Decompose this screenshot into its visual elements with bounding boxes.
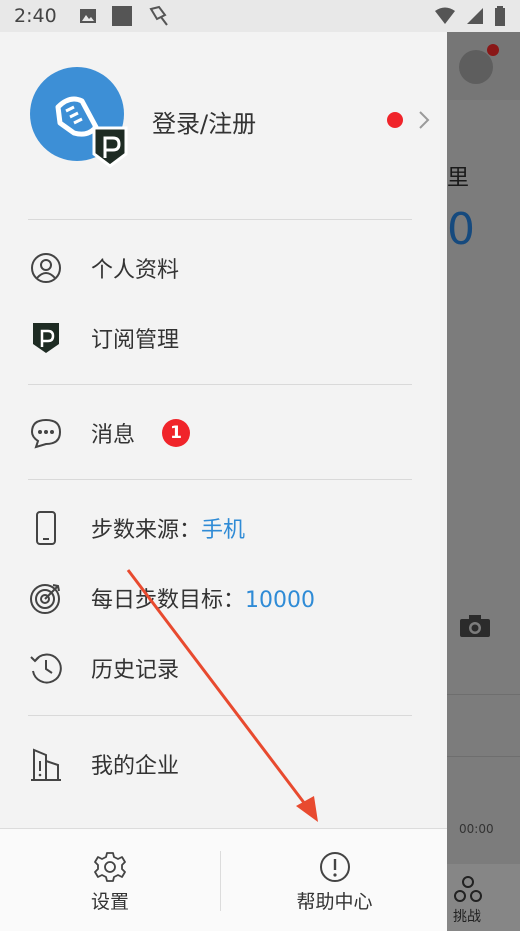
exclamation-circle-icon [319,852,350,882]
gear-icon [94,852,126,882]
menu-label-messages: 消息 [91,423,136,448]
help-center-label: 帮助中心 [296,891,373,913]
wifi-icon [435,7,455,24]
settings-button[interactable]: 设置 [0,829,220,931]
menu-item-personal-info[interactable]: 个人资料 [0,234,447,302]
phone-icon [28,510,64,546]
divider [28,219,412,220]
menu-item-enterprise[interactable]: 我的企业 [0,730,447,798]
notification-dot [387,112,403,128]
drawer-bottom-bar: 设置 帮助中心 [0,828,447,931]
p-badge-icon [28,320,64,356]
menu-label-step-source: 步数来源：手机 [91,512,245,544]
menu-label-personal-info: 个人资料 [91,258,180,283]
background-divider [447,756,520,757]
step-source-label: 步数来源： [91,518,202,543]
login-register-link[interactable]: 登录/注册 [152,104,256,139]
profile-header[interactable]: 登录/注册 [0,32,447,220]
menu-item-subscription[interactable]: 订阅管理 [0,304,447,372]
square-notification-icon [111,5,133,27]
chat-bubble-icon [28,415,64,451]
background-tabbar: 挑战 [447,864,520,931]
menu-label-history: 历史记录 [91,658,180,683]
challenge-tab-label: 挑战 [453,909,481,925]
menu-item-daily-goal[interactable]: 每日步数目标：10000 [0,564,447,632]
menu-item-messages[interactable]: 消息 1 [0,399,447,467]
daily-goal-label: 每日步数目标： [91,588,246,613]
menu-label-enterprise: 我的企业 [91,754,180,779]
settings-label: 设置 [90,891,129,913]
status-time: 2:40 [14,5,57,27]
building-icon [28,746,64,782]
user-icon [28,250,64,286]
p-badge-icon [92,126,128,168]
background-divider [447,694,520,695]
bottom-bar-separator [220,851,221,911]
menu-item-step-source[interactable]: 步数来源：手机 [0,494,447,562]
divider [28,715,412,716]
status-right-icons [434,6,506,26]
plug-notification-icon [147,5,171,27]
signal-icon [467,8,483,24]
image-notification-icon [79,7,97,25]
background-partial-text: 里 [447,166,470,191]
background-app[interactable]: 里 0 00:00 挑战 [447,32,520,931]
chevron-right-icon[interactable] [417,110,431,130]
daily-goal-value: 10000 [245,588,316,613]
history-icon [28,650,64,686]
menu-label-subscription: 订阅管理 [91,328,180,353]
menu-item-history[interactable]: 历史记录 [0,634,447,702]
messages-count-badge: 1 [162,419,190,447]
step-source-value: 手机 [201,518,246,543]
background-time-label: 00:00 [459,822,494,836]
camera-icon [460,615,490,637]
battery-icon [495,6,505,26]
status-bar: 2:40 [0,0,520,32]
menu-label-daily-goal: 每日步数目标：10000 [91,582,315,614]
divider [28,479,412,480]
flame-notification-dot [487,44,499,56]
challenge-icon [454,876,482,902]
background-partial-number: 0 [447,204,475,255]
target-icon [28,580,64,616]
divider [28,384,412,385]
navigation-drawer: 登录/注册 个人资料 订阅管理 消息 1 步数来源：手机 每日步数目标：1000… [0,32,447,931]
flame-icon [459,50,493,84]
help-center-button[interactable]: 帮助中心 [222,829,447,931]
